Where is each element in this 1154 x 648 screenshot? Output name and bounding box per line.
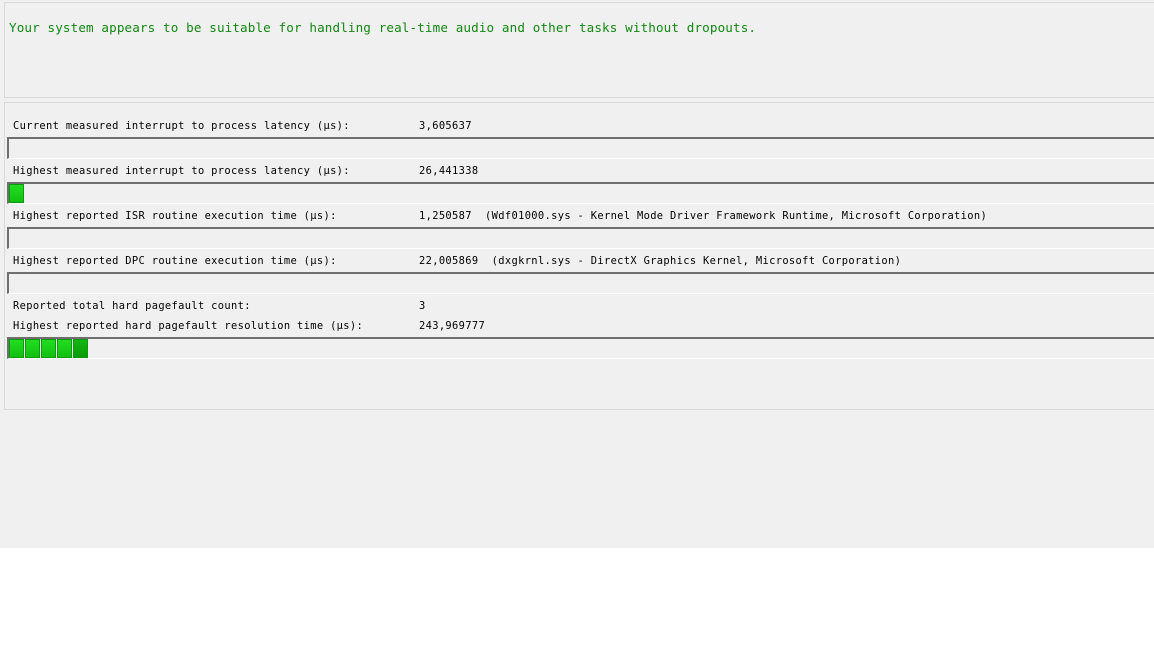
- isr-time-value: 1,250587 (Wdf01000.sys - Kernel Mode Dri…: [419, 210, 988, 222]
- highest-latency-bar: [7, 182, 1154, 204]
- bar-segment: [25, 339, 40, 358]
- dpc-time-bar: [7, 272, 1154, 294]
- bar-segment: [9, 339, 24, 358]
- pagefault-time-bar: [7, 337, 1154, 359]
- highest-latency-value: 26,441338: [419, 165, 479, 177]
- bar-segment: [41, 339, 56, 358]
- bar-segment: [57, 339, 72, 358]
- bar-segment: [9, 184, 24, 203]
- pagefault-count-label: Reported total hard pagefault count:: [13, 300, 251, 312]
- latency-checker-window: Your system appears to be suitable for h…: [0, 0, 1154, 548]
- status-panel: Your system appears to be suitable for h…: [4, 2, 1154, 98]
- isr-time-label: Highest reported ISR routine execution t…: [13, 210, 337, 222]
- pagefault-time-label: Highest reported hard pagefault resoluti…: [13, 320, 364, 332]
- status-message: Your system appears to be suitable for h…: [9, 20, 757, 35]
- dpc-time-label: Highest reported DPC routine execution t…: [13, 255, 337, 267]
- pagefault-count-value: 3: [419, 300, 426, 312]
- highest-latency-bar-fill: [9, 184, 25, 203]
- current-latency-label: Current measured interrupt to process la…: [13, 120, 350, 132]
- current-latency-bar: [7, 137, 1154, 159]
- highest-latency-label: Highest measured interrupt to process la…: [13, 165, 350, 177]
- isr-time-bar: [7, 227, 1154, 249]
- pagefault-time-bar-fill: [9, 339, 89, 358]
- bar-segment: [73, 339, 88, 358]
- dpc-time-value: 22,005869 (dxgkrnl.sys - DirectX Graphic…: [419, 255, 902, 267]
- pagefault-time-value: 243,969777: [419, 320, 486, 332]
- current-latency-value: 3,605637: [419, 120, 472, 132]
